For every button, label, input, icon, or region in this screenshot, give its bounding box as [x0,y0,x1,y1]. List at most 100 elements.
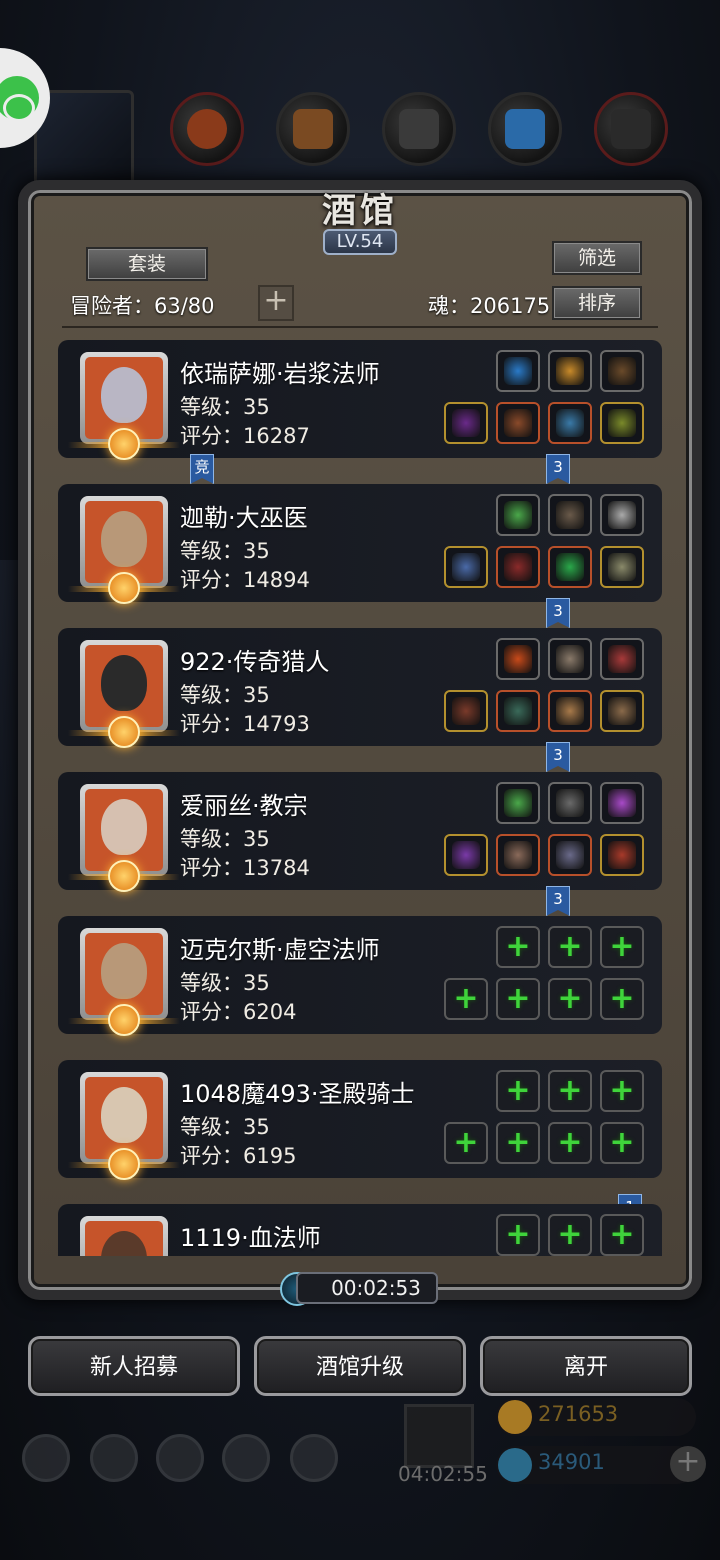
chat-icon[interactable] [290,1434,338,1482]
equipment-item-icon [608,553,636,581]
gift-timer: 04:02:55 [398,1462,488,1486]
equipment-slot[interactable] [496,546,540,588]
equipment-slot[interactable]: + [496,978,540,1020]
hero-face [85,1077,163,1159]
equipment-slot[interactable] [548,402,592,444]
equipment-slot[interactable] [600,834,644,876]
equipment-slot[interactable]: + [444,1122,488,1164]
equipment-item-icon [504,357,532,385]
hero-card[interactable]: 922·传奇猎人 等级：35 评分：14793 [58,624,662,748]
equipment-slot[interactable] [548,494,592,536]
add-equipment-icon: + [609,929,635,964]
equipment-slot[interactable] [496,834,540,876]
equipment-item-icon [608,501,636,529]
hero-card[interactable]: 迦勒·大巫医 等级：35 评分：14894 [58,480,662,604]
equipment-slot[interactable] [600,782,644,824]
equipment-item-icon [504,409,532,437]
equipment-slot[interactable] [496,350,540,392]
equipment-slot[interactable]: + [496,1122,540,1164]
hero-portrait[interactable] [68,352,180,460]
equipment-item-icon [452,553,480,581]
equipment-slot[interactable] [600,638,644,680]
equipment-slot[interactable] [496,782,540,824]
star-badge-icon [108,428,140,460]
suit-button[interactable]: 套装 [86,247,208,281]
hero-portrait[interactable] [68,640,180,748]
equipment-slot[interactable] [600,546,644,588]
equipment-slot[interactable]: + [600,1070,644,1112]
achievement-icon[interactable] [90,1434,138,1482]
hero-level: 等级：35 [180,539,270,563]
soul-count: 魂：206175 [428,294,551,318]
hero-card[interactable]: 迈克尔斯·虚空法师 等级：35 评分：6204 + + + + + + + [58,912,662,1036]
hero-list[interactable]: 依瑞萨娜·岩浆法师 等级：35 评分：16287 竞 3 迦勒·大巫医 等级：35 评分：14… [58,336,662,1256]
equipment-slot[interactable] [444,402,488,444]
equipment-slot[interactable]: + [600,1122,644,1164]
equipment-slot[interactable] [548,782,592,824]
gift-icon[interactable] [404,1404,474,1468]
add-equipment-icon: + [557,1125,583,1160]
equipment-slot[interactable]: + [496,926,540,968]
panel-title: 酒馆 [322,191,398,231]
settings-icon[interactable] [22,1434,70,1482]
hero-portrait[interactable] [68,496,180,604]
equipment-slot[interactable]: + [444,978,488,1020]
equipment-item-icon [608,409,636,437]
hero-portrait[interactable] [80,1216,168,1256]
equipment-slot[interactable]: + [600,978,644,1020]
equipment-slot[interactable]: + [548,1122,592,1164]
hero-name: 1048魔493·圣殿骑士 [180,1080,415,1108]
equipment-slot[interactable] [548,834,592,876]
hero-level: 等级：35 [180,683,270,707]
hero-card[interactable]: 依瑞萨娜·岩浆法师 等级：35 评分：16287 [58,336,662,460]
equipment-slot[interactable]: + [600,1214,644,1256]
hero-portrait[interactable] [68,1072,180,1180]
upgrade-tavern-button[interactable]: 酒馆升级 [254,1336,466,1396]
map-icon[interactable] [156,1434,204,1482]
equipment-slot[interactable] [496,690,540,732]
hero-card[interactable]: 1119·血法师 + + + [58,1200,662,1256]
equipment-slot[interactable]: + [548,1214,592,1256]
equipment-slot[interactable]: + [548,1070,592,1112]
hero-card[interactable]: 爱丽丝·教宗 等级：35 评分：13784 [58,768,662,892]
add-equipment-icon: + [453,1125,479,1160]
add-equipment-icon: + [505,929,531,964]
equipment-slot[interactable]: + [548,926,592,968]
equipment-slot[interactable] [600,494,644,536]
equipment-slot[interactable] [496,402,540,444]
hero-portrait[interactable] [68,784,180,892]
add-equipment-icon: + [505,1217,531,1252]
leave-button[interactable]: 离开 [480,1336,692,1396]
sort-button[interactable]: 排序 [552,286,642,320]
equipment-slot[interactable]: + [496,1214,540,1256]
equipment-slot[interactable] [600,690,644,732]
stone-resource-icon [382,92,456,166]
equipment-slot[interactable] [548,546,592,588]
equipment-slot[interactable] [444,834,488,876]
equipment-slot[interactable] [600,350,644,392]
add-equipment-icon: + [557,929,583,964]
equipment-slot[interactable] [548,638,592,680]
equipment-slot[interactable] [496,638,540,680]
equipment-slot[interactable]: + [548,978,592,1020]
hero-face [85,501,163,583]
hero-card[interactable]: 1048魔493·圣殿骑士 等级：35 评分：6195 + + + + + + + [58,1056,662,1180]
hero-score: 评分：16287 [180,424,310,448]
equipment-slot[interactable]: + [496,1070,540,1112]
equipment-slot[interactable] [600,402,644,444]
add-adventurer-slot-button[interactable]: + [258,285,294,321]
hero-name: 迈克尔斯·虚空法师 [180,936,380,964]
equipment-slot[interactable]: + [600,926,644,968]
hero-head [101,655,147,711]
add-gems-button[interactable]: + [670,1446,706,1482]
hero-portrait[interactable] [68,928,180,1036]
equipment-slot[interactable] [496,494,540,536]
recruit-button[interactable]: 新人招募 [28,1336,240,1396]
equipment-slot[interactable] [548,350,592,392]
equipment-slot[interactable] [444,546,488,588]
filter-button[interactable]: 筛选 [552,241,642,275]
mail-icon[interactable] [222,1434,270,1482]
equipment-slot[interactable] [444,690,488,732]
equipment-slot[interactable] [548,690,592,732]
hero-face [85,357,163,439]
